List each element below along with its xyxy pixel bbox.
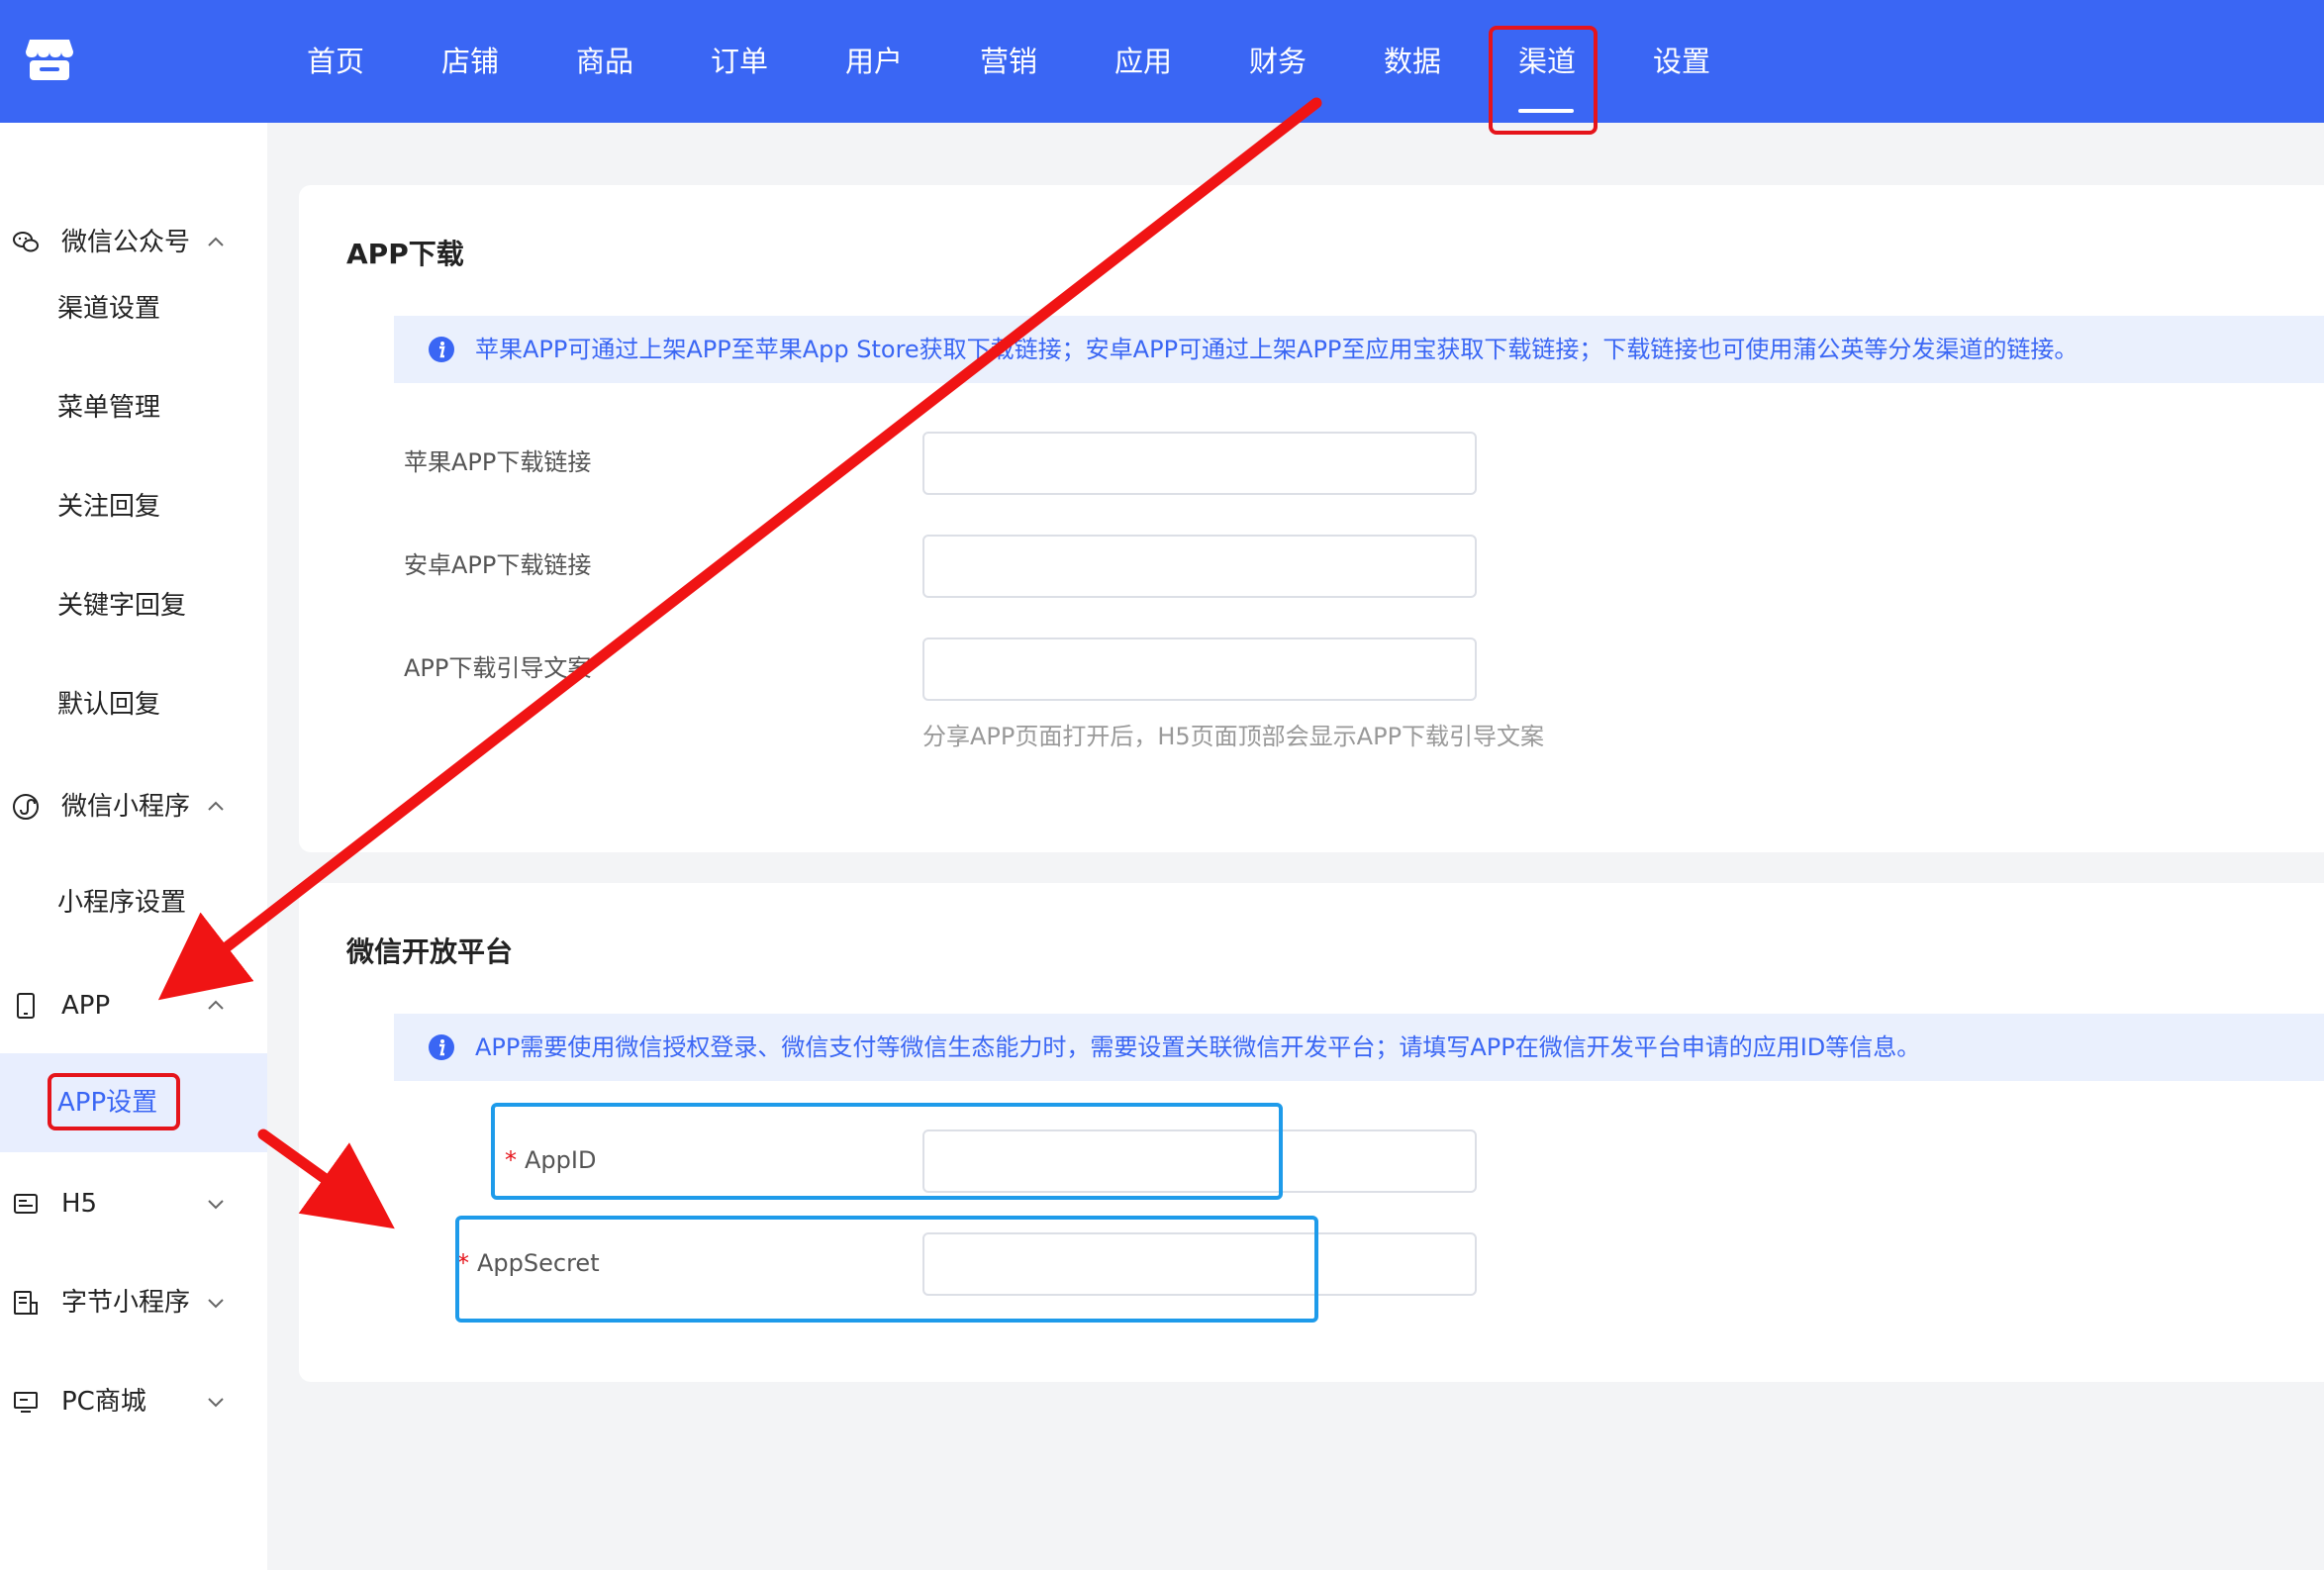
- store-logo-icon[interactable]: [24, 36, 75, 83]
- nav-store[interactable]: 店铺: [441, 36, 499, 87]
- sidebar-group-label: 微信公众号: [61, 228, 191, 257]
- sidebar-group-h5[interactable]: H5: [0, 1174, 267, 1233]
- nav-data[interactable]: 数据: [1384, 36, 1441, 87]
- sidebar-group-label: 字节小程序: [61, 1288, 191, 1318]
- top-navbar: 首页 店铺 商品 订单 用户 营销 应用 财务 数据 渠道 设置: [0, 0, 2324, 123]
- android-download-link-input[interactable]: [922, 535, 1477, 598]
- sidebar-group-pc[interactable]: PC商城: [0, 1372, 267, 1431]
- app-download-card: APP下载 苹果APP可通过上架APP至苹果App Store获取下载链接；安卓…: [299, 185, 2324, 852]
- sidebar-item-app-settings[interactable]: APP设置: [0, 1053, 267, 1152]
- chevron-down-icon: [208, 1398, 224, 1408]
- nav-channels[interactable]: 渠道: [1518, 36, 1576, 87]
- sidebar-group-wechat-mp[interactable]: 微信公众号: [0, 213, 267, 272]
- sidebar-item-keyword-reply[interactable]: 关键字回复: [0, 576, 267, 636]
- nav-settings[interactable]: 设置: [1653, 36, 1710, 87]
- field-label: APP下载引导文案: [404, 654, 592, 682]
- sidebar-group-bytedance[interactable]: 字节小程序: [0, 1273, 267, 1332]
- required-mark: *: [457, 1249, 469, 1277]
- sidebar-group-label: PC商城: [61, 1387, 146, 1417]
- field-label: * AppSecret: [457, 1249, 600, 1277]
- field-label: * AppID: [505, 1146, 597, 1174]
- nav-marketing[interactable]: 营销: [980, 36, 1037, 87]
- nav-orders[interactable]: 订单: [711, 36, 768, 87]
- h5-page-icon: [14, 1194, 38, 1214]
- monitor-icon: [14, 1392, 38, 1413]
- mini-program-icon: [13, 794, 39, 820]
- sidebar-group-label: APP: [61, 991, 111, 1021]
- appsecret-input[interactable]: [922, 1232, 1477, 1296]
- phone-icon: [17, 993, 35, 1019]
- sidebar-group-wechat-mini[interactable]: 微信小程序: [0, 777, 267, 836]
- appid-input[interactable]: [922, 1129, 1477, 1193]
- field-hint: 分享APP页面打开后，H5页面顶部会显示APP下载引导文案: [922, 723, 1545, 750]
- nav-home[interactable]: 首页: [307, 36, 364, 87]
- sidebar-group-label: 微信小程序: [61, 792, 191, 822]
- chevron-up-icon: [208, 801, 224, 811]
- section-title: APP下载: [346, 238, 464, 270]
- info-notice: APP需要使用微信授权登录、微信支付等微信生态能力时，需要设置关联微信开发平台；…: [394, 1014, 2324, 1081]
- nav-users[interactable]: 用户: [845, 36, 903, 87]
- sidebar-item-mini-settings[interactable]: 小程序设置: [0, 873, 267, 932]
- nav-finance[interactable]: 财务: [1249, 36, 1307, 87]
- info-notice: 苹果APP可通过上架APP至苹果App Store获取下载链接；安卓APP可通过…: [394, 316, 2324, 383]
- field-label: 苹果APP下载链接: [404, 448, 592, 476]
- chevron-up-icon: [208, 1000, 224, 1010]
- required-mark: *: [505, 1146, 517, 1174]
- sidebar-item-menu-management[interactable]: 菜单管理: [0, 378, 267, 438]
- notice-text: APP需要使用微信授权登录、微信支付等微信生态能力时，需要设置关联微信开发平台；…: [475, 1033, 1921, 1061]
- wechat-open-platform-card: 微信开放平台 APP需要使用微信授权登录、微信支付等微信生态能力时，需要设置关联…: [299, 883, 2324, 1382]
- notice-text: 苹果APP可通过上架APP至苹果App Store获取下载链接；安卓APP可通过…: [475, 336, 2079, 363]
- sidebar: 微信公众号 渠道设置 菜单管理 关注回复 关键字回复 默认回复 微信小程序 小程…: [0, 123, 267, 1570]
- nav-goods[interactable]: 商品: [576, 36, 633, 87]
- chevron-up-icon: [208, 237, 224, 246]
- chevron-down-icon: [208, 1299, 224, 1309]
- nav-active-underline: [1518, 109, 1574, 113]
- ios-download-link-input[interactable]: [922, 432, 1477, 495]
- chevron-down-icon: [208, 1200, 224, 1210]
- sidebar-item-follow-reply[interactable]: 关注回复: [0, 477, 267, 537]
- sidebar-group-label: H5: [61, 1189, 98, 1219]
- download-guide-text-input[interactable]: [922, 638, 1477, 701]
- section-title: 微信开放平台: [346, 935, 514, 968]
- info-icon: [429, 1034, 454, 1060]
- sidebar-item-default-reply[interactable]: 默认回复: [0, 675, 267, 735]
- wechat-icon: [13, 232, 39, 252]
- sidebar-group-app[interactable]: APP: [0, 976, 267, 1035]
- bytedance-mini-icon: [14, 1291, 38, 1315]
- info-icon: [429, 337, 454, 362]
- sidebar-item-channel-settings[interactable]: 渠道设置: [0, 279, 267, 339]
- nav-apps[interactable]: 应用: [1114, 36, 1172, 87]
- field-label: 安卓APP下载链接: [404, 551, 592, 579]
